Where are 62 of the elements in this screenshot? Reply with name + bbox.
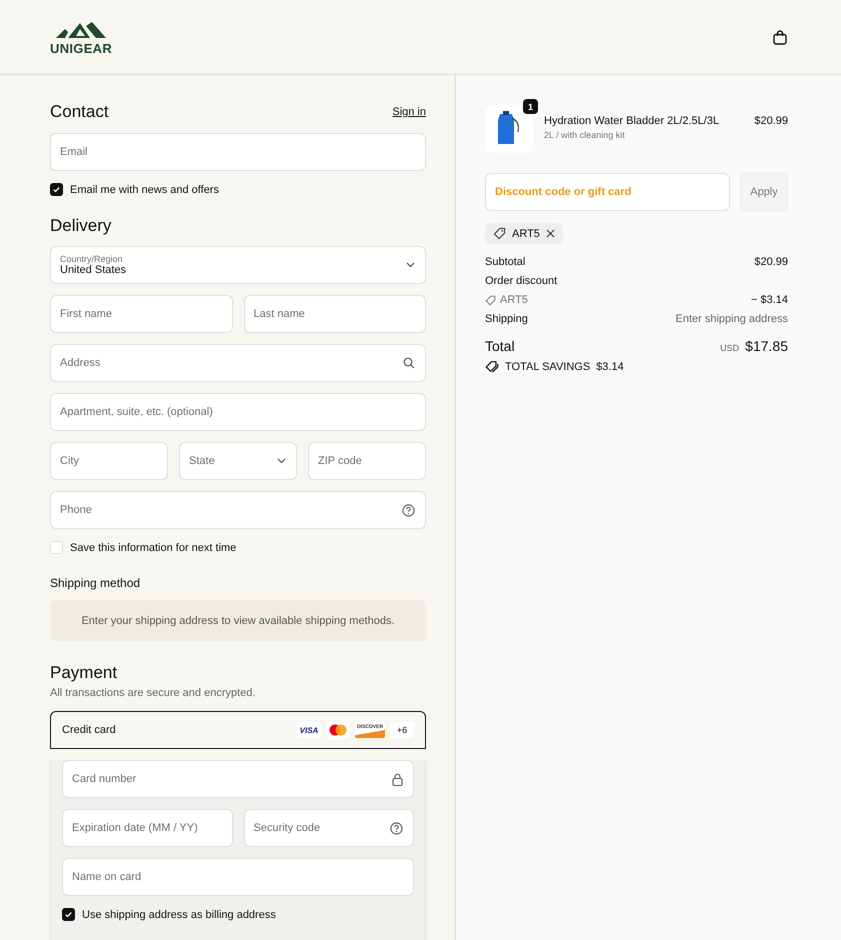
lock-icon xyxy=(392,772,403,786)
checkmark-icon xyxy=(64,910,73,919)
chevron-down-icon xyxy=(277,458,286,464)
line-label: Subtotal xyxy=(485,256,526,268)
help-icon[interactable] xyxy=(390,822,403,834)
input-field[interactable]: Last name xyxy=(244,295,426,333)
sign-in-link[interactable]: Sign in xyxy=(392,106,426,118)
input-field[interactable]: Apartment, suite, etc. (optional) xyxy=(50,393,426,431)
input-field[interactable]: City xyxy=(50,442,168,480)
line-label: Shipping xyxy=(485,313,528,325)
line-label: Order discount xyxy=(485,275,558,287)
input-field[interactable]: Card number xyxy=(62,760,414,798)
search-icon xyxy=(403,357,415,369)
checkbox-label: Email me with news and offers xyxy=(70,184,219,196)
input-field[interactable]: ZIP code xyxy=(308,442,426,480)
product-price: $20.99 xyxy=(754,114,788,127)
tag-icon xyxy=(485,294,496,306)
section-title: Contact xyxy=(50,102,109,122)
close-icon[interactable] xyxy=(546,229,555,238)
mountain-logo-icon xyxy=(56,20,106,38)
input-field[interactable]: Phone xyxy=(50,491,426,529)
currency-code: USD xyxy=(720,343,740,353)
input-field[interactable]: Address xyxy=(50,344,426,382)
checkmark-icon xyxy=(52,185,61,194)
shipping-notice: Enter your shipping address to view available shipping methods. xyxy=(50,600,426,641)
input-field[interactable]: First name xyxy=(50,295,232,333)
email-field[interactable]: Email xyxy=(50,133,426,171)
savings-amount: $3.14 xyxy=(596,360,624,372)
logo-text: UNIGEAR xyxy=(50,40,112,56)
payment-subtitle: All transactions are secure and encrypted. xyxy=(50,687,256,699)
total-label: Total xyxy=(485,338,515,354)
section-title: Payment xyxy=(50,663,118,683)
line-value: − $3.14 xyxy=(750,294,788,306)
card-brand-icon xyxy=(326,722,350,738)
state-select[interactable]: State xyxy=(179,442,297,480)
section-title: Delivery xyxy=(50,216,112,236)
checkbox-label: Save this information for next time xyxy=(70,542,236,554)
product-name: Hydration Water Bladder 2L/2.5L/3L xyxy=(544,115,720,127)
chevron-down-icon xyxy=(406,262,415,268)
line-value: $20.99 xyxy=(754,256,788,268)
code-text: ART5 xyxy=(512,228,540,240)
input-field[interactable]: Expiration date (MM / YY) xyxy=(62,809,232,847)
help-icon[interactable] xyxy=(402,504,415,516)
product-variant: 2L / with cleaning kit xyxy=(544,130,626,140)
shopping-bag-icon[interactable] xyxy=(773,30,787,44)
tag-icon xyxy=(493,227,506,240)
discount-code: ART5 xyxy=(500,294,528,306)
checkbox[interactable] xyxy=(50,183,63,196)
apply-button[interactable]: Apply xyxy=(740,173,788,211)
more-brands-count: +6 xyxy=(390,722,414,738)
quantity-badge: 1 xyxy=(523,99,538,114)
input-field[interactable]: Name on card xyxy=(62,858,414,896)
checkbox-label: Use shipping address as billing address xyxy=(82,908,276,920)
total-amount: $17.85 xyxy=(745,338,788,354)
card-brand-logo: VISA xyxy=(297,722,321,738)
country-select[interactable]: Country/Region United States xyxy=(50,246,426,284)
savings-label: TOTAL SAVINGS xyxy=(505,360,590,372)
tags-icon xyxy=(485,360,499,373)
input-field[interactable]: Security code xyxy=(244,809,414,847)
line-value: Enter shipping address xyxy=(675,313,788,325)
checkbox[interactable] xyxy=(62,908,75,921)
section-subtitle: Shipping method xyxy=(50,576,142,590)
